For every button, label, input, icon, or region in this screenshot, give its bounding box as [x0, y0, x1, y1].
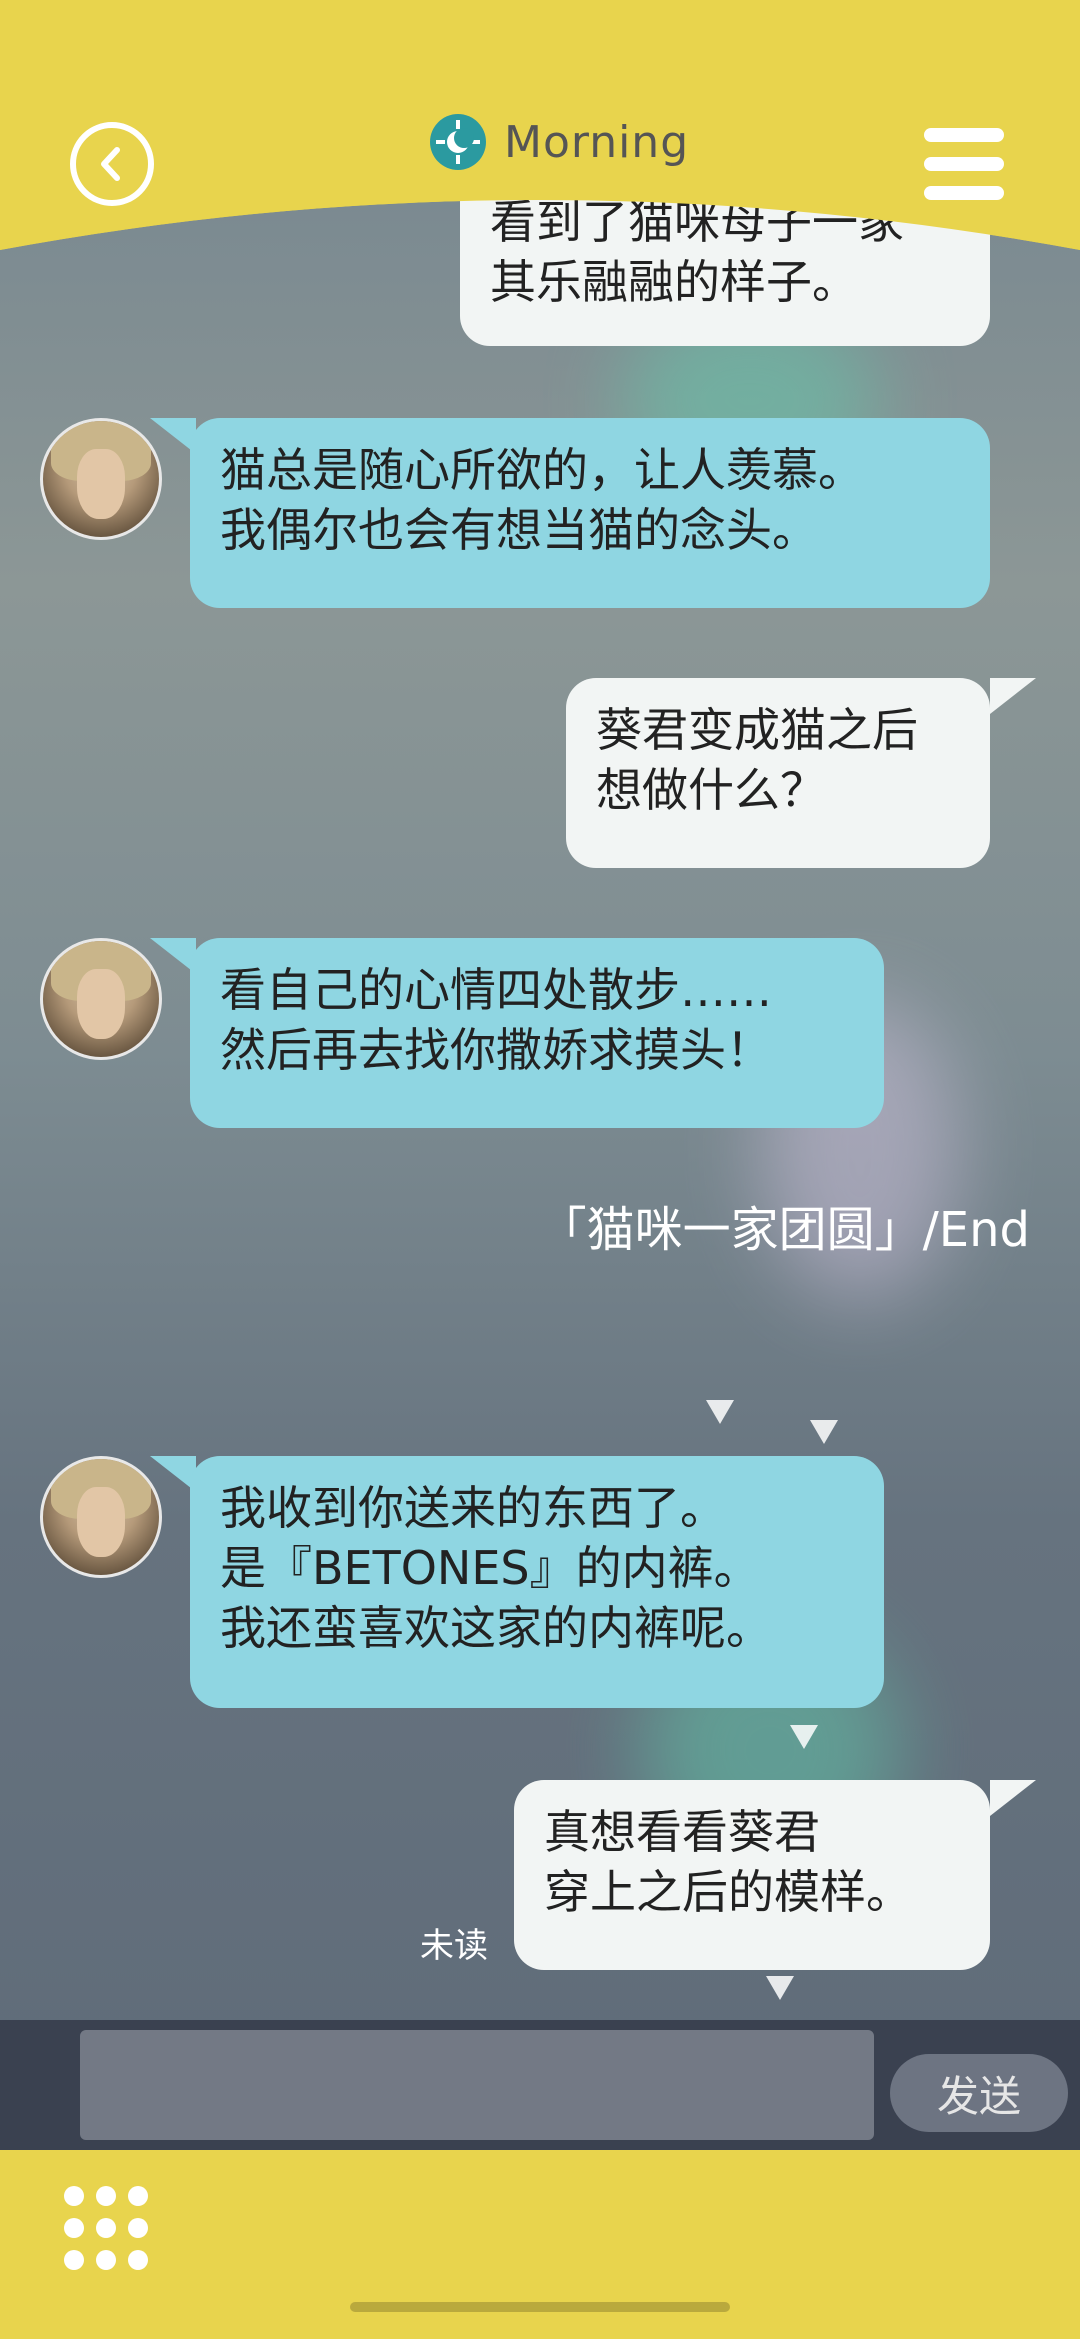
page-title: Morning — [504, 116, 690, 168]
avatar[interactable] — [40, 418, 162, 540]
message-text: 我还蛮喜欢这家的内裤呢。 — [220, 1601, 772, 1655]
message-input[interactable] — [80, 2030, 874, 2140]
bubble-tail — [990, 678, 1036, 714]
message-bubble-received: 我收到你送来的东西了。 是『BETONES』的内裤。 我还蛮喜欢这家的内裤呢。 — [190, 1456, 884, 1708]
avatar[interactable] — [40, 1456, 162, 1578]
home-indicator[interactable] — [350, 2302, 730, 2312]
story-end-label: 「猫咪一家团圆」/End — [538, 1202, 1030, 1258]
send-button[interactable]: 发送 — [890, 2054, 1068, 2132]
message-text: 想做什么？ — [596, 763, 826, 817]
decorative-triangle — [790, 1725, 818, 1749]
grid-menu-icon — [64, 2186, 84, 2206]
grid-menu-icon — [128, 2186, 148, 2206]
unread-label: 未读 — [420, 1926, 488, 1966]
message-text: 然后再去找你撒娇求摸头！ — [220, 1023, 772, 1077]
message-text: 葵君变成猫之后 — [596, 703, 918, 757]
grid-menu-icon — [96, 2250, 116, 2270]
grid-menu-icon — [64, 2218, 84, 2238]
back-button[interactable] — [70, 122, 154, 206]
grid-menu-icon — [96, 2218, 116, 2238]
grid-menu-icon — [64, 2250, 84, 2270]
message-text: 真想看看葵君 — [544, 1805, 820, 1859]
message-text: 猫总是随心所欲的，让人羡慕。 — [220, 443, 864, 497]
message-text: 穿上之后的模样。 — [544, 1865, 912, 1919]
message-text: 其乐融融的样子。 — [490, 255, 858, 309]
message-bubble-sent: 看到了猫咪母子一家 其乐融融的样子。 — [460, 170, 990, 346]
menu-button[interactable] — [924, 128, 1004, 200]
morning-sun-icon — [430, 114, 486, 170]
decorative-triangle — [766, 1976, 794, 2000]
hamburger-menu-icon — [924, 128, 1004, 142]
message-bubble-received: 猫总是随心所欲的，让人羡慕。 我偶尔也会有想当猫的念头。 — [190, 418, 990, 608]
hamburger-menu-icon — [924, 157, 1004, 171]
decorative-triangle — [706, 1400, 734, 1424]
message-text: 看自己的心情四处散步…… — [220, 963, 772, 1017]
message-bubble-sent: 真想看看葵君 穿上之后的模样。 — [514, 1780, 990, 1970]
grid-menu-icon — [128, 2250, 148, 2270]
message-text: 看到了猫咪母子一家 — [490, 195, 904, 249]
grid-menu-button[interactable] — [64, 2186, 148, 2270]
header-title-group: Morning — [430, 110, 689, 174]
message-text: 我偶尔也会有想当猫的念头。 — [220, 503, 818, 557]
message-text: 我收到你送来的东西了。 — [220, 1481, 726, 1535]
grid-menu-icon — [96, 2186, 116, 2206]
decorative-triangle — [810, 1420, 838, 1444]
message-bubble-received: 看自己的心情四处散步…… 然后再去找你撒娇求摸头！ — [190, 938, 884, 1128]
message-bubble-sent: 葵君变成猫之后 想做什么？ — [566, 678, 990, 868]
input-bar: 发送 — [0, 2020, 1080, 2150]
hamburger-menu-icon — [924, 186, 1004, 200]
grid-menu-icon — [128, 2218, 148, 2238]
avatar[interactable] — [40, 938, 162, 1060]
bubble-tail — [990, 1780, 1036, 1816]
chevron-left-icon — [101, 147, 120, 181]
message-text: 是『BETONES』的内裤。 — [220, 1541, 760, 1595]
